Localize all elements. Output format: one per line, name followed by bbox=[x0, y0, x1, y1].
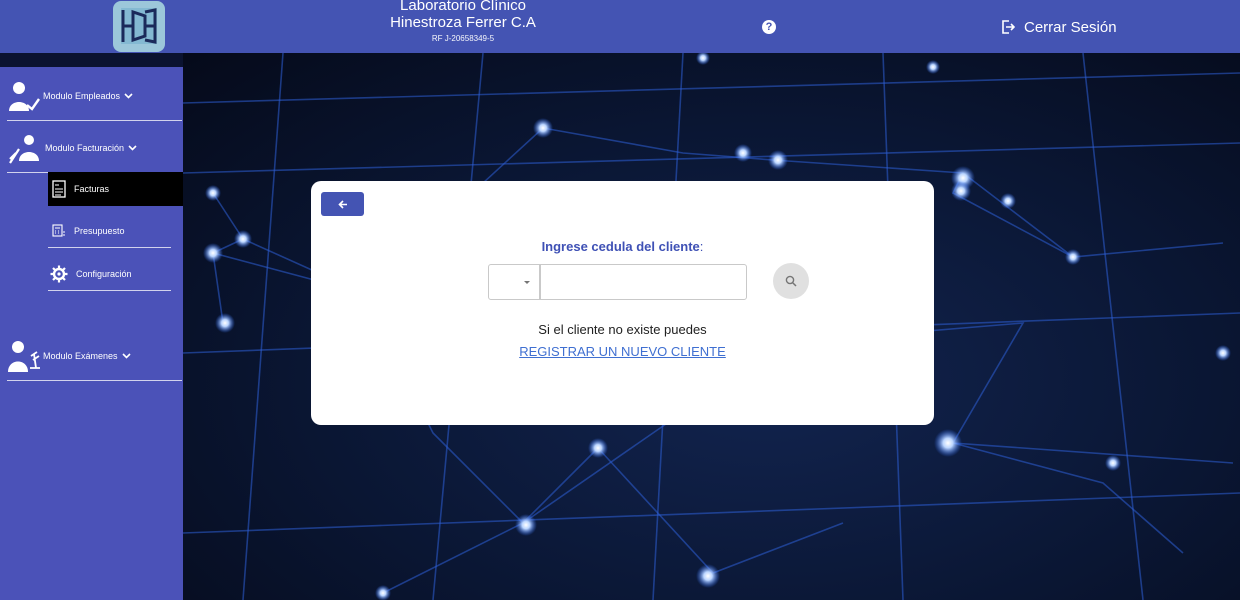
employee-icon bbox=[9, 81, 40, 111]
sidebar-item-presupuesto[interactable]: Presupuesto bbox=[48, 214, 171, 248]
sidebar-item-label: Presupuesto bbox=[74, 225, 125, 236]
document-type-select[interactable] bbox=[488, 264, 540, 300]
register-new-client-link[interactable]: REGISTRAR UN NUEVO CLIENTE bbox=[311, 344, 934, 359]
sidebar-item-label: Configuración bbox=[76, 268, 132, 279]
sidebar-module-label: Modulo Facturación bbox=[45, 142, 125, 153]
sidebar-module-label: Modulo Empleados bbox=[43, 90, 121, 101]
client-id-prompt: Ingrese cedula del cliente: bbox=[311, 239, 934, 254]
calculator-icon bbox=[52, 223, 65, 237]
sidebar-item-label: Facturas bbox=[74, 184, 110, 194]
gear-icon bbox=[50, 265, 68, 282]
top-header: Laboratorio Clínico Hinestroza Ferrer C.… bbox=[0, 0, 1240, 53]
lab-logo[interactable] bbox=[113, 1, 165, 52]
billing-icon bbox=[9, 134, 39, 164]
brand-rif: RF J-20658349-5 bbox=[431, 34, 495, 43]
client-search-card: Ingrese cedula del cliente: Si el client… bbox=[311, 181, 934, 425]
logout-icon bbox=[1002, 20, 1015, 34]
client-id-prompt-colon: : bbox=[699, 239, 704, 254]
invoice-icon bbox=[52, 180, 66, 198]
back-button[interactable] bbox=[321, 192, 364, 216]
sidebar-module-employees[interactable]: Modulo Empleados bbox=[7, 71, 182, 121]
question-circle-icon[interactable]: ? bbox=[762, 20, 776, 34]
client-not-found-text: Si el cliente no existe puedes bbox=[538, 322, 707, 337]
arrow-left-icon bbox=[337, 199, 347, 209]
client-id-input[interactable] bbox=[540, 264, 747, 300]
search-button[interactable] bbox=[773, 263, 809, 299]
lab-exams-icon bbox=[8, 340, 40, 372]
sidebar-item-facturas[interactable]: Facturas bbox=[48, 172, 183, 206]
logout-label: Cerrar Sesión bbox=[1024, 18, 1117, 36]
caret-down-icon bbox=[524, 280, 530, 284]
sidebar-module-exams[interactable]: Modulo Exámenes bbox=[7, 331, 182, 381]
brand-block: Laboratorio Clínico Hinestroza Ferrer C.… bbox=[363, 0, 563, 44]
sidebar: Modulo Empleados Modulo Facturación Fact… bbox=[0, 67, 183, 600]
sidebar-module-billing[interactable]: Modulo Facturación bbox=[7, 123, 182, 173]
logout-button[interactable]: Cerrar Sesión bbox=[1001, 16, 1117, 38]
chevron-down-icon bbox=[124, 92, 133, 99]
sidebar-module-label: Modulo Exámenes bbox=[43, 350, 118, 361]
sidebar-item-configuracion[interactable]: Configuración bbox=[48, 257, 171, 291]
client-id-prompt-text: Ingrese cedula del cliente bbox=[541, 239, 700, 254]
brand-name-line1: Laboratorio Clínico bbox=[400, 0, 526, 14]
chevron-down-icon bbox=[121, 352, 131, 359]
search-icon bbox=[785, 275, 797, 287]
chevron-down-icon bbox=[128, 144, 137, 151]
brand-name-line2: Hinestroza Ferrer C.A bbox=[390, 14, 536, 31]
